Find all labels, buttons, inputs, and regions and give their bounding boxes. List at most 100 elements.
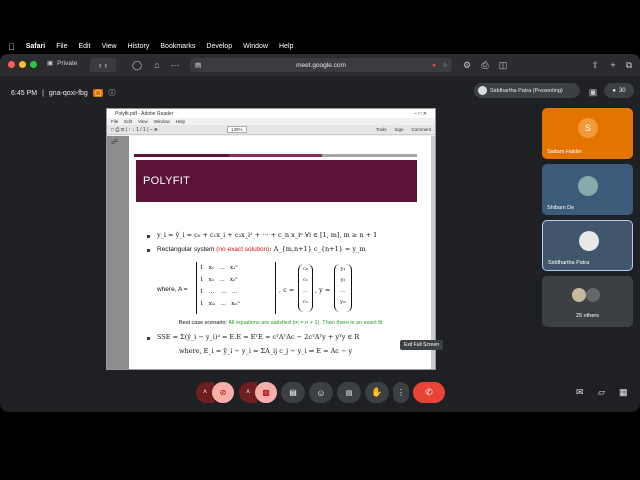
address-bar[interactable]: ▤ meet.google.com ● ○ bbox=[190, 58, 452, 72]
share-icon[interactable]: ⇧ bbox=[588, 58, 602, 72]
menu-edit[interactable]: Edit bbox=[79, 43, 91, 50]
pdf-comment-tab[interactable]: Comment bbox=[411, 127, 431, 132]
slide-title-banner: POLYFIT bbox=[136, 160, 417, 202]
browser-toolbar: ▣ Private ‹ › ◯ ⌂ ⋯ ▤ meet.google.com ● … bbox=[0, 54, 640, 76]
tab-overview-icon[interactable]: ⧉ bbox=[622, 58, 636, 72]
zoom-window-button[interactable] bbox=[30, 61, 37, 68]
vector-c-item: c₀ bbox=[303, 266, 308, 272]
c-label: , c = bbox=[279, 286, 295, 294]
shield-icon[interactable]: ◯ bbox=[130, 58, 144, 72]
pdf-menu-help[interactable]: Help bbox=[176, 119, 185, 124]
apple-icon[interactable]:  bbox=[8, 42, 15, 52]
participant-tile-others[interactable]: 25 others bbox=[542, 276, 633, 327]
participant-name: 25 others bbox=[576, 313, 599, 319]
matrix-row: 1 x₁ … x₁ⁿ bbox=[200, 265, 238, 271]
avatar bbox=[572, 288, 586, 302]
menu-develop[interactable]: Develop bbox=[206, 43, 232, 50]
emoji-button[interactable]: ☺ bbox=[309, 382, 333, 403]
participant-count: 30 bbox=[618, 87, 626, 94]
rect-system-eq: : A_{m,n+1} c_{n+1} = y_m bbox=[269, 245, 366, 253]
pdf-viewport[interactable]: ☍ POLYFIT y_i ≈ ŷ_i = c₀ + c₁x_i + c₂x_i… bbox=[107, 136, 435, 369]
pdf-tools-tab[interactable]: Tools bbox=[376, 127, 387, 132]
vector-c-item: c₁ bbox=[303, 277, 308, 283]
shared-screen-pdf-window: Polyfit.pdf - Adobe Reader – □ ✕ File Ed… bbox=[106, 108, 436, 370]
clock-time: 6:45 PM bbox=[11, 89, 38, 97]
new-tab-icon[interactable]: + bbox=[606, 58, 620, 72]
menu-bookmarks[interactable]: Bookmarks bbox=[160, 43, 195, 50]
menu-view[interactable]: View bbox=[102, 43, 117, 50]
more-options-button[interactable]: ⋮ bbox=[393, 382, 409, 403]
camera-toggle-button[interactable]: ▩ bbox=[255, 382, 277, 403]
participant-tile-shibam[interactable]: Shibam De bbox=[542, 164, 633, 215]
mic-toggle-button[interactable]: ⊘ bbox=[212, 382, 234, 403]
mic-icon[interactable]: ● bbox=[432, 62, 436, 69]
pdf-title-bar: Polyfit.pdf - Adobe Reader – □ ✕ bbox=[107, 109, 435, 118]
error-equation: where, E_i = ŷ_i − y_i = ΣA_ij c_j − y_i… bbox=[179, 347, 353, 355]
pdf-menu-view[interactable]: View bbox=[138, 119, 148, 124]
vector-y-item: y₂ bbox=[340, 277, 346, 283]
pdf-toolbar: □ ⎙ ✉ | ↑ ↓ 1 / 1 | − ⊕ 138% Tools Sign … bbox=[107, 125, 435, 135]
meeting-code[interactable]: gna-qoxi-fbg bbox=[49, 90, 88, 97]
avatar bbox=[578, 176, 598, 196]
back-forward-buttons[interactable]: ‹ › bbox=[90, 58, 116, 72]
reader-icon[interactable]: ◫ bbox=[496, 58, 510, 72]
captions-button[interactable]: ▤ bbox=[337, 382, 361, 403]
participant-name: Siddhartha Patra bbox=[548, 260, 590, 266]
menu-app-name[interactable]: Safari bbox=[26, 43, 45, 50]
menu-help[interactable]: Help bbox=[279, 43, 293, 50]
avatar: S bbox=[578, 118, 598, 138]
leave-call-button[interactable]: ✆ bbox=[413, 382, 445, 403]
presenter-avatar bbox=[478, 86, 487, 95]
grid-icon[interactable]: ⋯ bbox=[168, 58, 182, 72]
close-window-button[interactable] bbox=[8, 61, 15, 68]
home-icon[interactable]: ⌂ bbox=[150, 58, 164, 72]
host-controls-icon[interactable]: ▦ bbox=[619, 387, 628, 398]
printer-icon[interactable]: ⎙ bbox=[478, 58, 492, 72]
back-icon[interactable]: ‹ bbox=[99, 60, 102, 70]
vector-y-item: y₁ bbox=[340, 266, 346, 272]
best-case-line: Best case scenario: All equations are sa… bbox=[179, 320, 383, 326]
menu-history[interactable]: History bbox=[128, 43, 150, 50]
pdf-menu-window[interactable]: Window bbox=[154, 119, 170, 124]
raise-hand-button[interactable]: ✋ bbox=[365, 382, 389, 403]
stripe-3 bbox=[322, 154, 417, 157]
avatar bbox=[579, 231, 599, 251]
pdf-zoom[interactable]: 138% bbox=[227, 126, 247, 133]
menu-window[interactable]: Window bbox=[243, 43, 268, 50]
attachment-icon[interactable]: ☍ bbox=[111, 138, 118, 146]
cast-icon[interactable]: ▣ bbox=[586, 85, 600, 99]
pdf-menu-file[interactable]: File bbox=[111, 119, 118, 124]
info-icon[interactable]: ⓘ bbox=[108, 88, 115, 98]
vector-c-item: cₙ bbox=[303, 299, 308, 305]
pdf-menu-edit[interactable]: Edit bbox=[124, 119, 132, 124]
menu-file[interactable]: File bbox=[56, 43, 67, 50]
forward-icon[interactable]: › bbox=[104, 60, 107, 70]
private-indicator[interactable]: ▣ Private bbox=[47, 59, 77, 68]
slide-title: POLYFIT bbox=[143, 175, 191, 187]
rect-system-line: Rectangular system (no exact solution): … bbox=[157, 245, 366, 253]
recording-icon[interactable]: ○ bbox=[443, 62, 447, 69]
chat-icon[interactable]: ✉ bbox=[576, 387, 584, 398]
stripe-1 bbox=[134, 154, 229, 157]
stripe-2 bbox=[229, 154, 322, 157]
participants-button[interactable]: ● 30 bbox=[604, 83, 634, 98]
matrix-row: 1 xₘ … xₘⁿ bbox=[200, 301, 241, 307]
present-button[interactable]: ▤ bbox=[281, 382, 305, 403]
presentation-icon[interactable]: ▢ bbox=[92, 89, 104, 97]
rect-system-label: Rectangular system bbox=[157, 246, 215, 253]
activities-icon[interactable]: ▱ bbox=[598, 387, 605, 398]
safari-window: ▣ Private ‹ › ◯ ⌂ ⋯ ▤ meet.google.com ● … bbox=[0, 54, 640, 412]
settings-icon[interactable]: ⚙ bbox=[460, 58, 474, 72]
participant-tile-siddhartha[interactable]: Siddhartha Patra bbox=[542, 220, 633, 271]
mic-off-icon: ⊘ bbox=[219, 388, 227, 397]
presenter-chip[interactable]: Siddhartha Patra (Presenting) bbox=[474, 83, 580, 98]
pdf-sign-tab[interactable]: Sign bbox=[394, 127, 403, 132]
pdf-window-controls[interactable]: – □ ✕ bbox=[414, 111, 427, 117]
pdf-toolbar-icons[interactable]: □ ⎙ ✉ | ↑ ↓ 1 / 1 | − ⊕ bbox=[111, 127, 157, 133]
participant-name: Sattam Halder bbox=[547, 149, 583, 155]
participant-name: Shibam De bbox=[547, 205, 575, 211]
participant-tile-sattam[interactable]: S Sattam Halder bbox=[542, 108, 633, 159]
pdf-scrollbar[interactable] bbox=[431, 136, 435, 369]
minimize-window-button[interactable] bbox=[19, 61, 26, 68]
pdf-menu: File Edit View Window Help bbox=[107, 118, 435, 125]
